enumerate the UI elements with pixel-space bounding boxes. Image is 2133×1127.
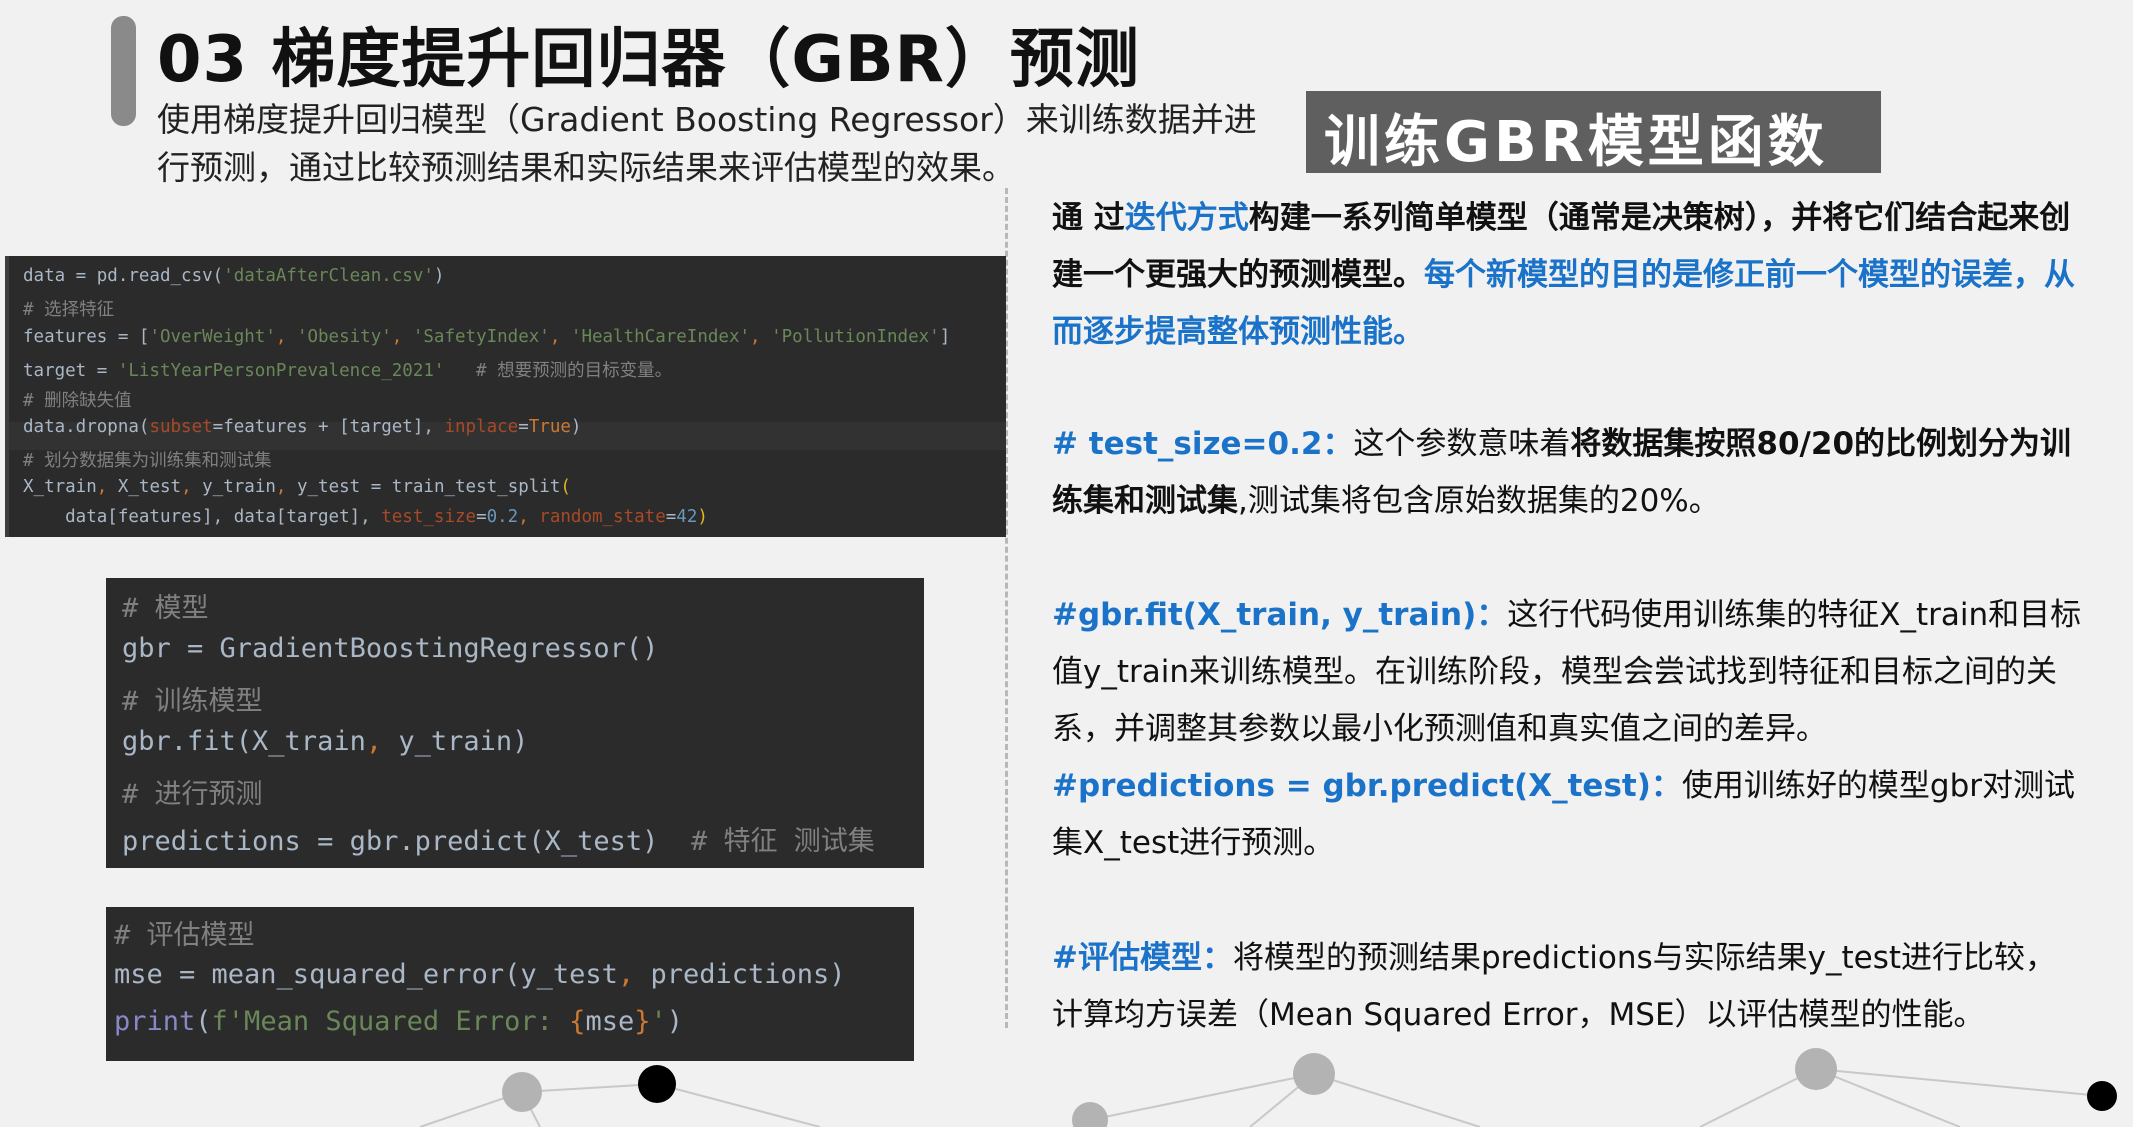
- title-accent-bar: [111, 16, 136, 126]
- code-line: gbr.fit(X_train, y_train): [122, 726, 529, 757]
- code-comment: # 划分数据集为训练集和测试集: [23, 451, 272, 471]
- explanation-gbr-intro: 通 过迭代方式构建一系列简单模型（通常是决策树），并将它们结合起来创建一个更强大…: [1052, 200, 2075, 350]
- page-subtitle: 使用梯度提升回归模型（Gradient Boosting Regressor）来…: [157, 100, 1257, 187]
- explanation-evaluate: #评估模型：将模型的预测结果predictions与实际结果y_test进行比较…: [1052, 940, 2057, 1033]
- code-line: features = ['OverWeight', 'Obesity', 'Sa…: [23, 327, 951, 347]
- section-badge: 训练GBR模型函数: [1306, 91, 1881, 175]
- explanation-gbr-fit: #gbr.fit(X_train, y_train)：这行代码使用训练集的特征X…: [1052, 597, 2082, 747]
- code-block-evaluate: # 评估模型 mse = mean_squared_error(y_test, …: [106, 907, 914, 1061]
- code-line: data = pd.read_csv('dataAfterClean.csv'): [23, 266, 445, 286]
- code-block-model-train: # 模型 gbr = GradientBoostingRegressor() #…: [106, 578, 924, 868]
- code-line: print(f'Mean Squared Error: {mse}'): [114, 1006, 684, 1037]
- code-line: predictions = gbr.predict(X_test) # 特征 测…: [122, 826, 875, 857]
- page-title: 03 梯度提升回归器（GBR）预测: [157, 23, 1140, 97]
- code-comment: # 训练模型: [122, 686, 263, 717]
- code-block-data-prep: data = pd.read_csv('dataAfterClean.csv')…: [5, 256, 1006, 537]
- section-badge-label: 训练GBR模型函数: [1324, 110, 1828, 175]
- code-comment: # 模型: [122, 593, 209, 624]
- code-comment: # 进行预测: [122, 779, 263, 810]
- code-line: X_train, X_test, y_train, y_test = train…: [23, 477, 571, 497]
- code-comment: # 删除缺失值: [23, 391, 132, 411]
- code-line: mse = mean_squared_error(y_test, predict…: [114, 959, 846, 990]
- code-line: data.dropna(subset=features + [target], …: [23, 417, 582, 437]
- code-comment: # 选择特征: [23, 300, 115, 320]
- code-line: target = 'ListYearPersonPrevalence_2021'…: [23, 361, 673, 381]
- code-comment: # 评估模型: [114, 920, 255, 951]
- code-line: gbr = GradientBoostingRegressor(): [122, 633, 659, 664]
- code-line: data[features], data[target], test_size=…: [23, 507, 708, 527]
- explanation-predict: #predictions = gbr.predict(X_test)：使用训练好…: [1052, 768, 2075, 861]
- explanation-test-size: # test_size=0.2：这个参数意味着将数据集按照80/20的比例划分为…: [1052, 426, 2072, 519]
